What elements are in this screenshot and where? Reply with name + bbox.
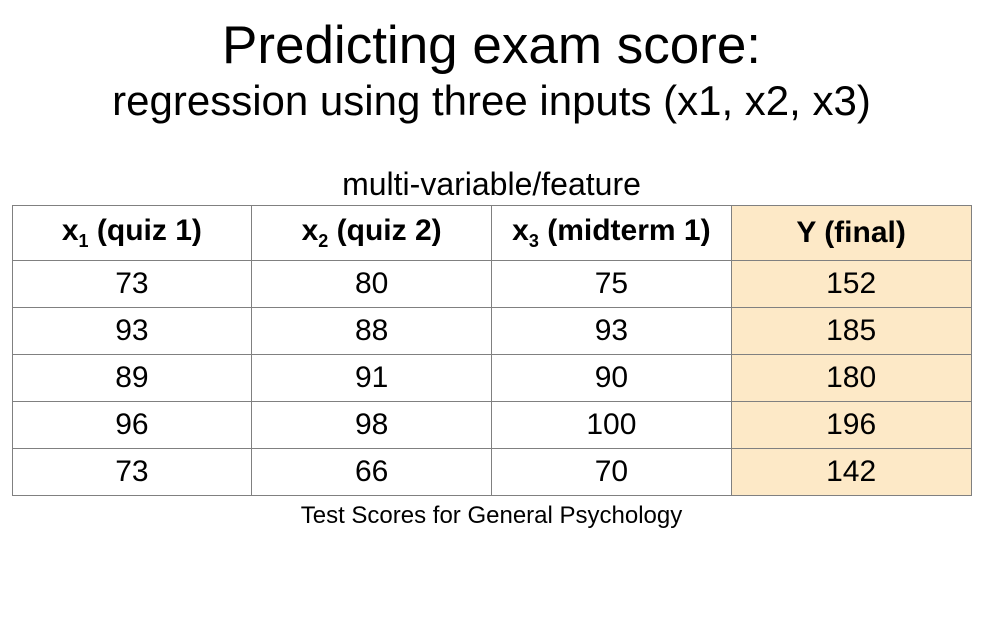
table-body: 73 80 75 152 93 88 93 185 89 91 90 180 [12,261,971,496]
cell-x1: 89 [12,355,252,402]
col-desc: (midterm 1) [539,214,711,247]
cell-y: 180 [731,355,971,402]
table-row: 93 88 93 185 [12,308,971,355]
table-row: 89 91 90 180 [12,355,971,402]
cell-x2: 88 [252,308,492,355]
col-var: x [512,214,529,247]
cell-x3: 70 [492,449,732,496]
cell-y: 196 [731,402,971,449]
col-header-x3: x3 (midterm 1) [492,206,732,261]
cell-x1: 96 [12,402,252,449]
col-header-y: Y (final) [731,206,971,261]
col-var: x [302,214,319,247]
table-header-row: x1 (quiz 1) x2 (quiz 2) x3 (midterm 1) Y… [12,206,971,261]
cell-y: 185 [731,308,971,355]
table-row: 73 80 75 152 [12,261,971,308]
cell-y: 142 [731,449,971,496]
table-section: multi-variable/feature x1 (quiz 1) x2 (q… [12,166,972,530]
slide-subtitle: regression using three inputs (x1, x2, x… [0,76,983,126]
col-sub: 2 [318,231,328,251]
table-row: 96 98 100 196 [12,402,971,449]
cell-x1: 73 [12,449,252,496]
cell-x1: 93 [12,308,252,355]
col-desc: (quiz 1) [89,214,202,247]
cell-x3: 75 [492,261,732,308]
title-block: Predicting exam score: regression using … [0,0,983,126]
slide-title: Predicting exam score: [0,18,983,74]
table-row: 73 66 70 142 [12,449,971,496]
cell-x2: 66 [252,449,492,496]
col-header-x1: x1 (quiz 1) [12,206,252,261]
table-caption: Test Scores for General Psychology [12,502,972,530]
cell-x2: 80 [252,261,492,308]
col-var: x [62,214,79,247]
cell-x3: 100 [492,402,732,449]
cell-y: 152 [731,261,971,308]
scores-table: x1 (quiz 1) x2 (quiz 2) x3 (midterm 1) Y… [12,205,972,496]
col-header-x2: x2 (quiz 2) [252,206,492,261]
cell-x3: 90 [492,355,732,402]
table-label: multi-variable/feature [12,166,972,203]
col-desc: (quiz 2) [328,214,441,247]
slide: Predicting exam score: regression using … [0,0,983,629]
cell-x2: 91 [252,355,492,402]
cell-x1: 73 [12,261,252,308]
cell-x2: 98 [252,402,492,449]
col-sub: 3 [529,231,539,251]
col-sub: 1 [79,231,89,251]
cell-x3: 93 [492,308,732,355]
